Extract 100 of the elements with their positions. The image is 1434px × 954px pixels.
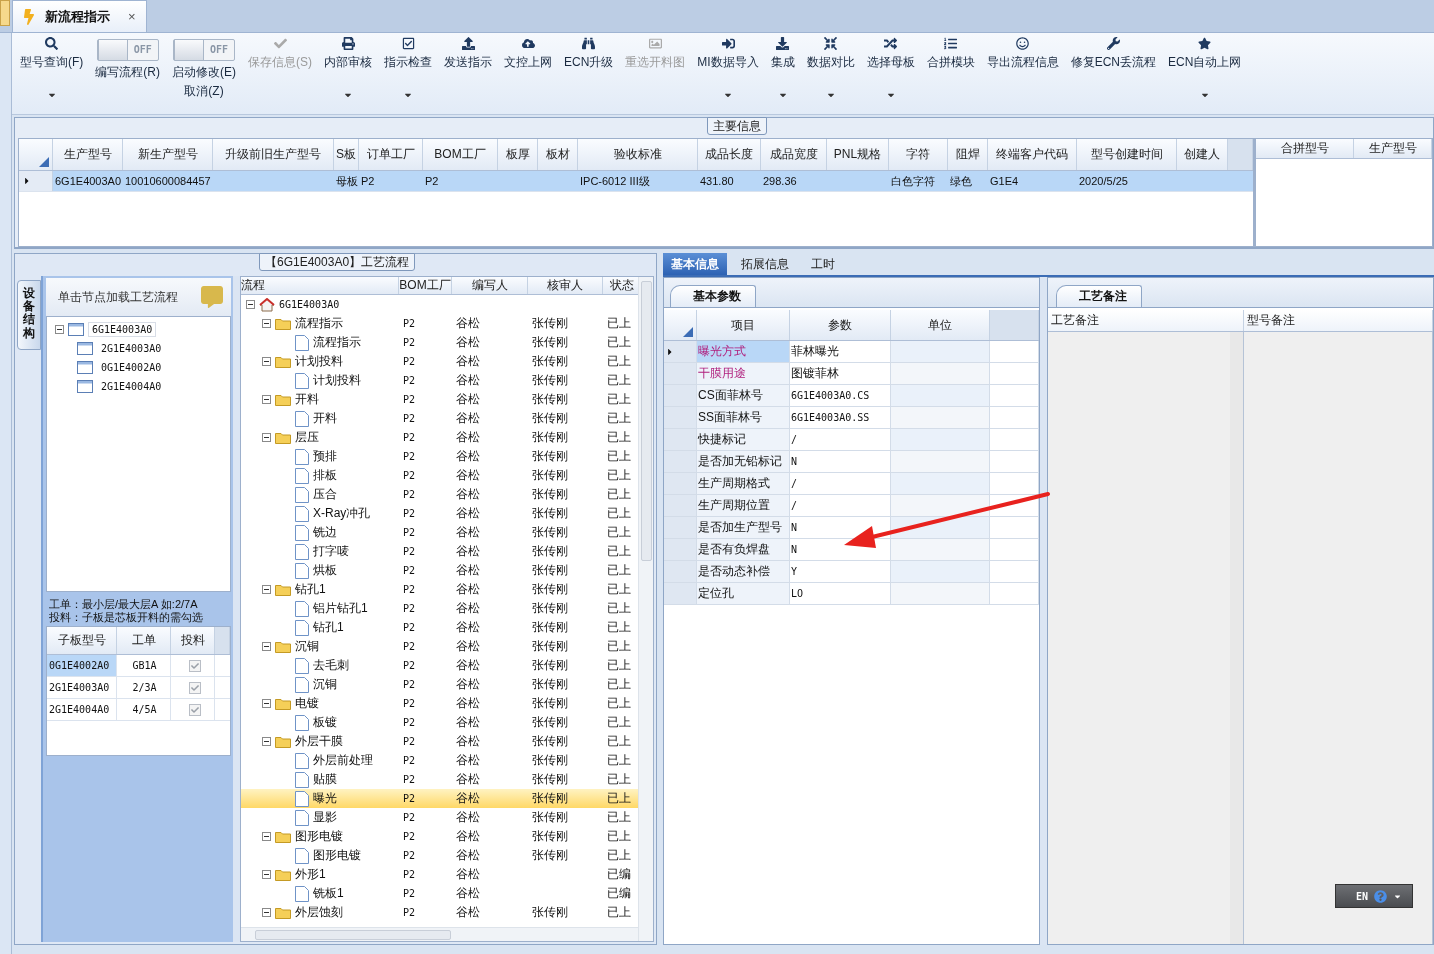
table-row[interactable]: 是否加生产型号 N bbox=[664, 517, 1039, 539]
toolbar-button[interactable]: 指示检查 bbox=[378, 33, 438, 114]
column-header[interactable]: 成品长度 bbox=[698, 139, 761, 170]
toolbar-button[interactable]: ECN自动上网 bbox=[1162, 33, 1248, 114]
document-icon bbox=[295, 657, 309, 674]
column-header[interactable]: 合拼型号 bbox=[1256, 139, 1354, 158]
table-row[interactable]: 2G1E4004A0 4/5A bbox=[47, 699, 230, 721]
column-header[interactable]: 型号创建时间 bbox=[1077, 139, 1177, 170]
checkbox[interactable] bbox=[189, 703, 201, 716]
tree-row[interactable]: 曝光 P2 谷松 张传刚 已上 bbox=[241, 789, 638, 808]
tab[interactable]: 基本信息 bbox=[663, 253, 727, 275]
table-row[interactable]: 是否动态补偿 Y bbox=[664, 561, 1039, 583]
toolbar-button[interactable]: 合拼模块 bbox=[920, 33, 981, 114]
column-header[interactable]: 升级前旧生产型号 bbox=[213, 139, 334, 170]
tree-label: 6G1E4003A0 bbox=[279, 299, 340, 310]
toolbar-button[interactable]: 型号查询(F) bbox=[14, 33, 90, 114]
column-header[interactable]: PNL规格 bbox=[827, 139, 889, 170]
column-header[interactable]: 工单 bbox=[117, 627, 171, 654]
column-header[interactable]: 编写人 bbox=[452, 277, 528, 294]
checkbox[interactable] bbox=[189, 681, 201, 694]
collapse-icon[interactable] bbox=[262, 357, 271, 366]
column-header[interactable]: 终端客户代码 bbox=[988, 139, 1077, 170]
toolbar-button[interactable]: 内部审核 bbox=[318, 33, 378, 114]
vertical-scrollbar[interactable] bbox=[638, 277, 653, 941]
document-icon bbox=[295, 372, 309, 389]
table-row[interactable]: CS面菲林号 6G1E4003A0.CS bbox=[664, 385, 1039, 407]
column-header[interactable]: 子板型号 bbox=[47, 627, 117, 654]
panel-tab[interactable]: 工艺备注 bbox=[1056, 285, 1142, 307]
horizontal-scrollbar[interactable] bbox=[241, 927, 638, 941]
toolbar-button[interactable]: 选择母板 bbox=[860, 33, 921, 114]
toolbar-button[interactable]: 修复ECN丢流程 bbox=[1064, 33, 1163, 114]
collapse-icon[interactable] bbox=[262, 832, 271, 841]
column-header[interactable]: 型号备注 bbox=[1244, 310, 1433, 331]
table-row[interactable]: 0G1E4002A0 GB1A bbox=[47, 655, 230, 677]
table-row[interactable]: 2G1E4003A0 2/3A bbox=[47, 677, 230, 699]
column-header[interactable]: 阻焊 bbox=[948, 139, 988, 170]
shuffle-icon bbox=[884, 36, 898, 50]
table-cell: P2 bbox=[403, 869, 416, 880]
toolbar-button[interactable]: 文控上网 bbox=[498, 33, 558, 114]
column-header[interactable]: 项目 bbox=[697, 310, 790, 340]
column-header[interactable]: S板 bbox=[334, 139, 359, 170]
collapse-icon[interactable] bbox=[262, 642, 271, 651]
column-header[interactable]: 板厚 bbox=[498, 139, 538, 170]
column-header[interactable]: 核审人 bbox=[528, 277, 603, 294]
tab[interactable]: 拓展信息 bbox=[733, 253, 797, 275]
language-bar[interactable]: EN bbox=[1335, 884, 1413, 908]
column-header[interactable]: 生产型号 bbox=[1354, 139, 1432, 158]
table-cell: P2 bbox=[403, 907, 416, 918]
collapse-icon[interactable] bbox=[262, 908, 271, 917]
toolbar-button[interactable]: ECN升级 bbox=[558, 33, 620, 114]
table-row[interactable]: 曝光方式 菲林曝光 bbox=[664, 341, 1039, 363]
column-header[interactable]: 成品宽度 bbox=[761, 139, 827, 170]
collapse-icon[interactable] bbox=[246, 300, 255, 309]
collapse-icon[interactable] bbox=[262, 870, 271, 879]
table-row[interactable]: 定位孔 LO bbox=[664, 583, 1039, 605]
collapse-icon[interactable] bbox=[262, 395, 271, 404]
toolbar-button[interactable]: MI数据导入 bbox=[691, 33, 765, 114]
column-header[interactable]: BOM工厂 bbox=[423, 139, 498, 170]
column-header[interactable]: 板材 bbox=[538, 139, 578, 170]
tree-node[interactable]: 2G1E4004A0 bbox=[97, 378, 166, 394]
table-row[interactable]: 是否加无铅标记 N bbox=[664, 451, 1039, 473]
panel-tab[interactable]: 基本参数 bbox=[670, 285, 756, 307]
toolbar-button[interactable]: 导出流程信息 bbox=[980, 33, 1065, 114]
table-row[interactable]: 干膜用途 图镀菲林 bbox=[664, 363, 1039, 385]
column-header[interactable]: 工艺备注 bbox=[1048, 310, 1244, 331]
collapse-icon[interactable] bbox=[262, 699, 271, 708]
toolbar-button[interactable]: 数据对比 bbox=[800, 33, 861, 114]
tree-node[interactable]: 0G1E4002A0 bbox=[97, 359, 166, 375]
table-row[interactable]: 生产周期格式 / bbox=[664, 473, 1039, 495]
side-tab[interactable]: 设备结构 bbox=[17, 280, 41, 350]
vertical-scrollbar[interactable] bbox=[1230, 332, 1243, 944]
table-row[interactable]: 是否有负焊盘 N bbox=[664, 539, 1039, 561]
collapse-icon[interactable] bbox=[262, 737, 271, 746]
toolbar-button[interactable]: 发送指示 bbox=[438, 33, 498, 114]
column-header[interactable]: 订单工厂 bbox=[359, 139, 423, 170]
table-cell: 已上 bbox=[607, 372, 631, 389]
collapse-icon[interactable] bbox=[262, 585, 271, 594]
tab[interactable]: 工时 bbox=[803, 253, 843, 275]
close-icon[interactable]: × bbox=[128, 9, 136, 24]
column-header[interactable]: 流程 bbox=[241, 277, 399, 294]
table-cell: 谷松 bbox=[456, 334, 480, 351]
toolbar-button[interactable]: 集成 bbox=[764, 33, 801, 114]
column-header[interactable]: 字符 bbox=[889, 139, 948, 170]
collapse-icon[interactable] bbox=[262, 319, 271, 328]
column-header[interactable]: BOM工厂 bbox=[399, 277, 452, 294]
table-row[interactable]: 生产周期位置 / bbox=[664, 495, 1039, 517]
collapse-icon[interactable] bbox=[262, 433, 271, 442]
column-header[interactable]: 验收标准 bbox=[578, 139, 698, 170]
checkbox[interactable] bbox=[189, 659, 201, 672]
table-row[interactable]: 6G1E4003A0 10010600084457 母板 P2 P2 IPC-6012 III级 431.80 298.36 白色字符 绿色 G1E4 2020/5/25 bbox=[19, 171, 1253, 192]
column-header[interactable]: 新生产型号 bbox=[123, 139, 213, 170]
document-tab[interactable]: 新流程指示 × bbox=[12, 0, 147, 32]
collapse-icon[interactable] bbox=[55, 324, 64, 334]
column-header[interactable]: 生产型号 bbox=[53, 139, 123, 170]
table-row[interactable]: SS面菲林号 6G1E4003A0.SS bbox=[664, 407, 1039, 429]
column-header[interactable]: 参数 bbox=[790, 310, 891, 340]
tree-node[interactable]: 2G1E4003A0 bbox=[97, 340, 166, 356]
tree-node[interactable]: 6G1E4003A0 bbox=[88, 321, 157, 337]
table-row[interactable]: 快捷标记 / bbox=[664, 429, 1039, 451]
language-indicator[interactable]: EN bbox=[1356, 890, 1369, 902]
